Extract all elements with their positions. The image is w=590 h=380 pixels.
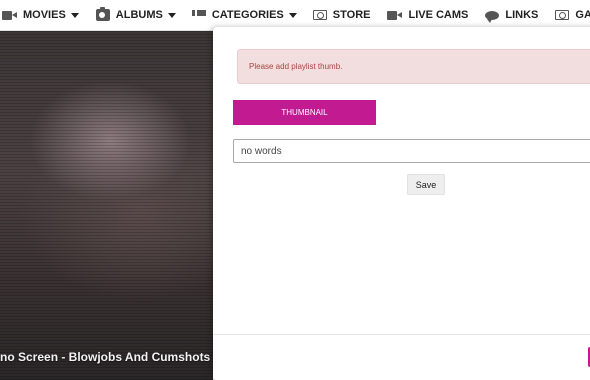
caret-down-icon bbox=[167, 12, 176, 18]
nav-store[interactable]: STORE bbox=[312, 0, 371, 30]
chat-icon bbox=[485, 10, 500, 23]
money-icon bbox=[555, 10, 570, 20]
video-camera-icon bbox=[2, 10, 17, 20]
nav-links[interactable]: LINKS bbox=[485, 0, 539, 30]
alert-message: Please add playlist thumb. bbox=[237, 49, 590, 84]
modal-footer-divider bbox=[213, 334, 590, 335]
nav-categories[interactable]: CATEGORIES bbox=[191, 0, 297, 30]
caret-down-icon bbox=[288, 12, 297, 18]
list-icon bbox=[191, 9, 206, 21]
nav-store-label: STORE bbox=[332, 9, 371, 21]
save-button[interactable]: Save bbox=[407, 174, 445, 195]
caret-down-icon bbox=[70, 12, 79, 18]
nav-albums-label: ALBUMS bbox=[115, 9, 163, 21]
nav-live-cams[interactable]: LIVE CAMS bbox=[387, 0, 469, 30]
playlist-modal: Please add playlist thumb. THUMBNAIL Sav… bbox=[213, 27, 590, 380]
nav-movies[interactable]: MOVIES bbox=[2, 0, 79, 30]
video-player[interactable] bbox=[0, 31, 213, 380]
nav-links-label: LINKS bbox=[505, 9, 539, 21]
nav-categories-label: CATEGORIES bbox=[211, 9, 284, 21]
words-input[interactable] bbox=[233, 139, 590, 163]
nav-movies-label: MOVIES bbox=[23, 9, 66, 21]
nav-games[interactable]: GAMES bbox=[555, 0, 590, 30]
thumbnail-button[interactable]: THUMBNAIL bbox=[233, 100, 376, 125]
nav-live-cams-label: LIVE CAMS bbox=[408, 9, 469, 21]
video-camera-icon bbox=[387, 10, 403, 20]
camera-icon bbox=[95, 7, 110, 21]
nav-games-label: GAMES bbox=[575, 9, 590, 21]
nav-albums[interactable]: ALBUMS bbox=[95, 0, 176, 30]
money-icon bbox=[312, 10, 327, 20]
